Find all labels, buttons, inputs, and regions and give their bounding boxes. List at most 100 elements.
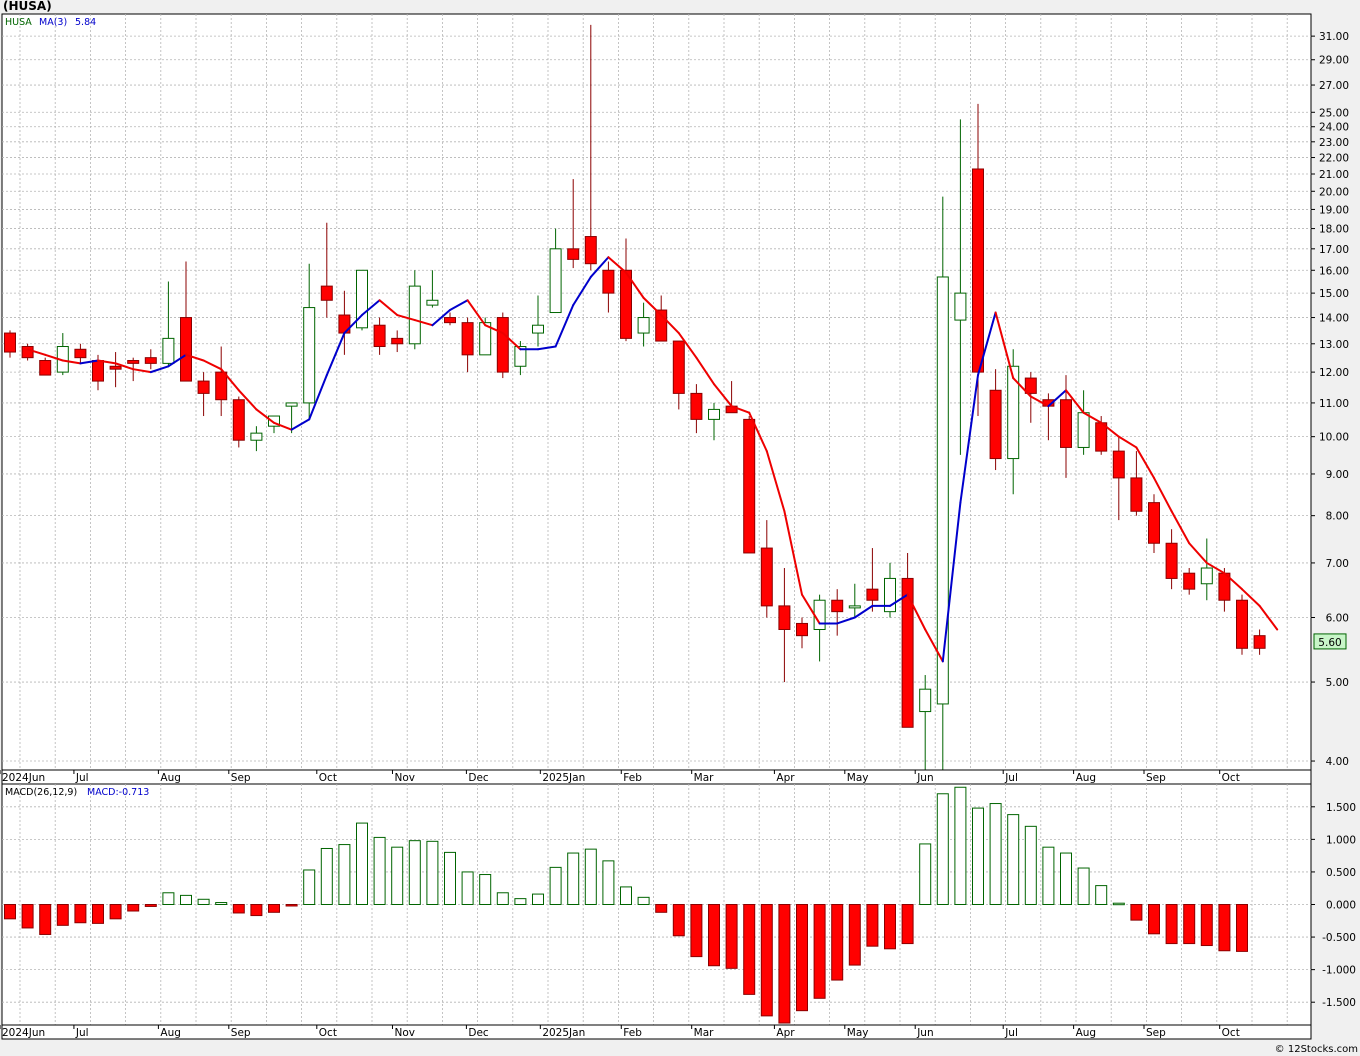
macd-x-label: Feb: [623, 1027, 642, 1039]
price-x-label: Nov: [394, 772, 415, 784]
candle-body: [4, 332, 16, 353]
macd-bar: [514, 898, 527, 905]
candle-body: [743, 418, 756, 554]
macd-bar: [708, 904, 720, 967]
price-y-tick: 8.00: [1326, 511, 1349, 523]
price-y-tick: 24.00: [1319, 122, 1349, 134]
candle-body: [1007, 365, 1020, 460]
candle-body: [708, 408, 720, 420]
macd-bar: [884, 904, 896, 950]
candle-body: [232, 399, 245, 441]
macd-x-label: 2025Jan: [542, 1027, 585, 1039]
candle-body: [320, 285, 333, 301]
macd-bar: [144, 904, 157, 907]
macd-x-axis: 2024Jun Jul Aug Sep Oct Nov Dec 2025Jan Feb Mar Ap…: [0, 1024, 1312, 1040]
candle-body: [109, 365, 122, 370]
macd-x-label: Aug: [1076, 1027, 1097, 1039]
macd-bar: [391, 846, 404, 906]
candle-body: [813, 599, 826, 630]
macd-bar: [655, 904, 668, 913]
candle-body: [92, 360, 104, 382]
price-y-tick: 6.00: [1326, 612, 1349, 624]
macd-bar: [1148, 904, 1160, 935]
macd-bar: [356, 822, 368, 905]
price-y-tick: 18.00: [1319, 224, 1349, 236]
price-legend-symbol: HUSA: [5, 17, 32, 28]
candle-body: [127, 360, 140, 364]
candle-body: [936, 276, 949, 705]
price-x-label: Aug: [1076, 772, 1097, 784]
candle-body: [866, 588, 879, 601]
macd-bar: [479, 874, 492, 906]
candle-body: [408, 285, 421, 345]
price-y-tick: 19.00: [1319, 204, 1349, 216]
macd-bar: [268, 904, 280, 913]
candle-body: [637, 317, 650, 334]
macd-bar: [954, 786, 967, 906]
macd-bar: [461, 871, 474, 905]
candle: [1236, 594, 1248, 655]
price-legend-ma-label: MA(3): [39, 17, 67, 28]
macd-bar: [92, 904, 104, 924]
candle-body: [391, 337, 404, 345]
macd-bar: [1200, 904, 1213, 947]
candle-body: [1165, 542, 1178, 579]
macd-bar: [972, 807, 984, 905]
candle-body: [919, 688, 932, 713]
macd-bar: [444, 851, 456, 906]
price-x-label: 2025Jan: [542, 772, 585, 784]
macd-bar: [1024, 825, 1037, 905]
macd-bar: [936, 793, 949, 905]
candle-body: [180, 317, 192, 382]
candle-body: [989, 389, 1002, 460]
candle-body: [672, 340, 685, 394]
macd-y-tick: 1.500: [1326, 802, 1356, 814]
macd-bar: [232, 904, 245, 914]
macd-bar: [743, 904, 756, 995]
macd-x-label: Sep: [1146, 1027, 1166, 1039]
macd-x-label: 2024Jun: [2, 1027, 45, 1039]
macd-bar: [285, 904, 298, 907]
price-y-tick: 14.00: [1319, 313, 1349, 325]
price-y-tick: 27.00: [1319, 80, 1349, 92]
macd-bar: [109, 904, 122, 920]
candle-body: [778, 605, 791, 630]
macd-bar: [901, 904, 914, 945]
candle: [901, 552, 914, 728]
macd-y-tick: 0.000: [1326, 900, 1356, 912]
macd-bar: [74, 904, 87, 924]
candle: [496, 312, 509, 379]
macd-x-label: Jun: [916, 1027, 933, 1039]
macd-y-tick: 0.500: [1326, 867, 1356, 879]
price-y-tick: 11.00: [1319, 398, 1349, 410]
macd-bar: [796, 904, 808, 1012]
price-y-tick: 12.00: [1319, 367, 1349, 379]
candle-body: [1253, 635, 1266, 649]
candle-body: [796, 622, 808, 637]
price-x-label: Aug: [160, 772, 181, 784]
macd-bar: [1236, 904, 1248, 952]
macd-bar: [127, 904, 140, 912]
price-y-tick: 5.00: [1326, 677, 1349, 689]
macd-y-tick: -1.000: [1322, 965, 1356, 977]
price-y-tick: 15.00: [1319, 288, 1349, 300]
candle-body: [1148, 502, 1160, 544]
macd-bar: [760, 904, 773, 1017]
macd-x-label: Apr: [776, 1027, 795, 1039]
candle-body: [1200, 567, 1213, 585]
macd-panel: 1.500 1.000 0.500 0.000 -0.500 -1.000 -1.500 M…: [1, 783, 1356, 1026]
macd-bar: [532, 893, 544, 905]
macd-bar: [21, 904, 34, 929]
candle-body: [620, 269, 632, 339]
candle-body: [760, 547, 773, 607]
macd-bar: [1060, 852, 1072, 905]
candle: [39, 357, 52, 376]
candle-body: [1130, 477, 1143, 512]
macd-bar: [584, 848, 597, 905]
candle-body: [162, 337, 175, 364]
candle-body: [39, 360, 52, 376]
candle-body: [567, 248, 580, 260]
price-x-label: Apr: [776, 772, 795, 784]
candle-body: [954, 292, 967, 321]
macd-bar: [620, 886, 632, 905]
